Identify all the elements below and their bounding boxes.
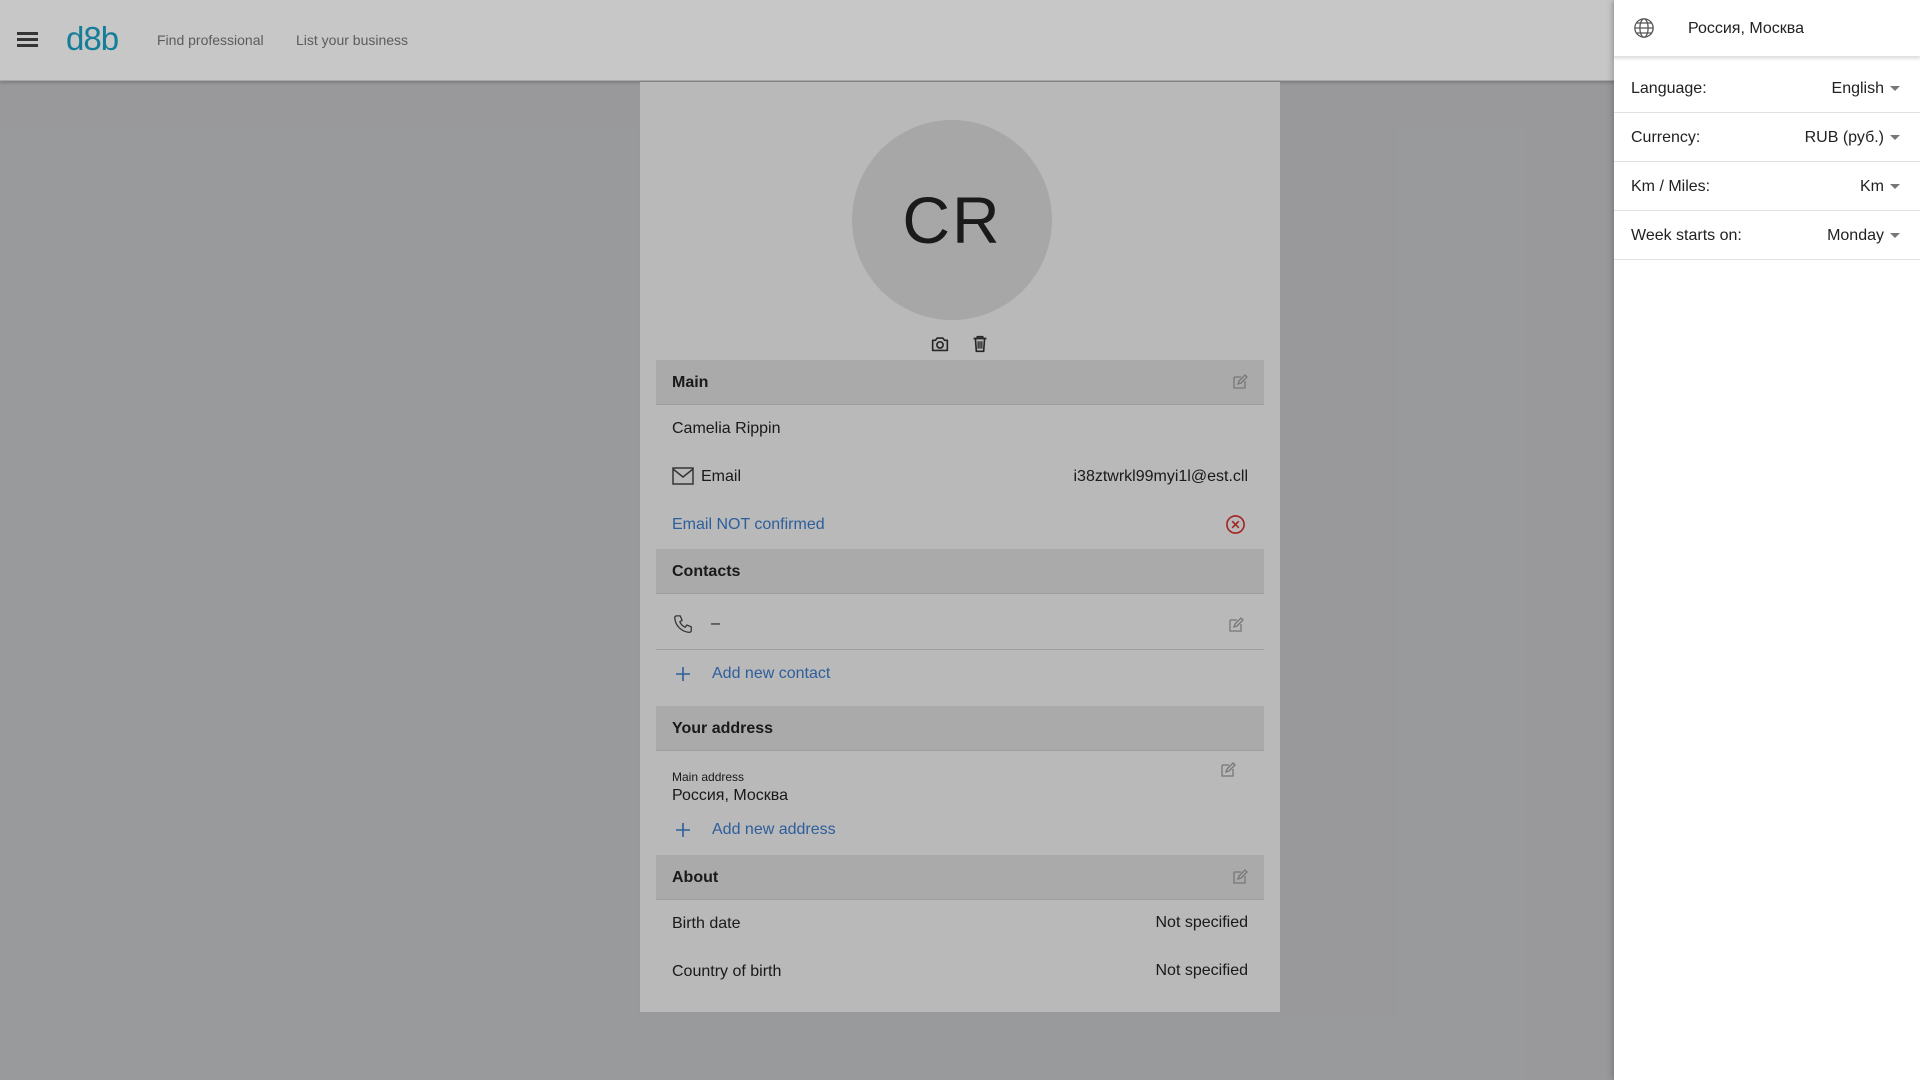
currency-label: Currency:	[1631, 129, 1701, 146]
currency-select[interactable]: RUB (руб.)	[1805, 129, 1900, 147]
setting-row-language: Language: English	[1614, 64, 1920, 113]
caret-down-icon	[1890, 233, 1900, 238]
setting-row-distance: Km / Miles: Km	[1614, 162, 1920, 211]
globe-icon	[1634, 18, 1654, 38]
language-select-value: English	[1831, 80, 1884, 97]
panel-location[interactable]: Россия, Москва	[1688, 20, 1804, 38]
caret-down-icon	[1890, 184, 1900, 189]
distance-unit-select[interactable]: Km	[1860, 178, 1900, 196]
modal-overlay[interactable]	[0, 0, 1614, 1080]
caret-down-icon	[1890, 86, 1900, 91]
currency-select-value: RUB (руб.)	[1804, 129, 1884, 146]
distance-unit-label: Km / Miles:	[1631, 178, 1711, 195]
language-label: Language:	[1631, 80, 1707, 97]
language-select[interactable]: English	[1832, 80, 1900, 98]
caret-down-icon	[1890, 135, 1900, 140]
week-start-select[interactable]: Monday	[1827, 227, 1900, 245]
distance-unit-select-value: Km	[1860, 178, 1884, 195]
panel-location-header: Россия, Москва	[1614, 0, 1920, 57]
setting-row-week-start: Week starts on: Monday	[1614, 211, 1920, 260]
week-start-label: Week starts on:	[1631, 227, 1742, 244]
setting-row-currency: Currency: RUB (руб.)	[1614, 113, 1920, 162]
settings-panel: Россия, Москва Language: English Currenc…	[1614, 0, 1920, 1080]
week-start-select-value: Monday	[1827, 227, 1884, 244]
